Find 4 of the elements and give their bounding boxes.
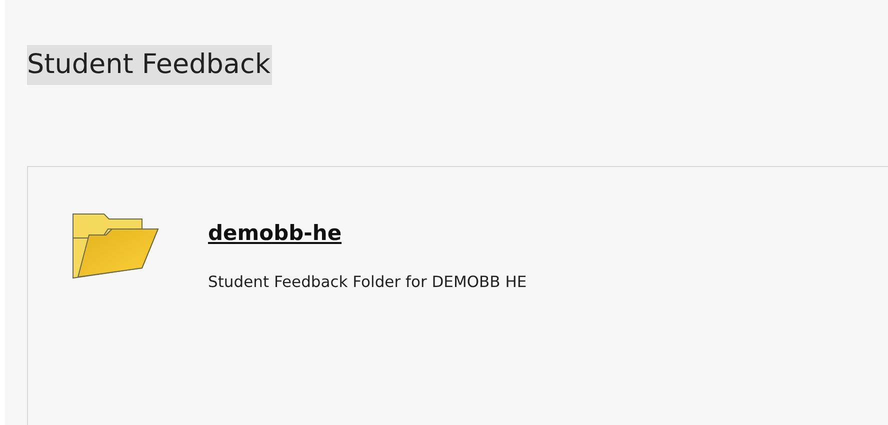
page-title: Student Feedback [27,45,272,85]
folder-icon [72,213,160,279]
folder-link[interactable]: demobb-he [208,221,342,245]
folder-description: Student Feedback Folder for DEMOBB HE [208,273,527,291]
